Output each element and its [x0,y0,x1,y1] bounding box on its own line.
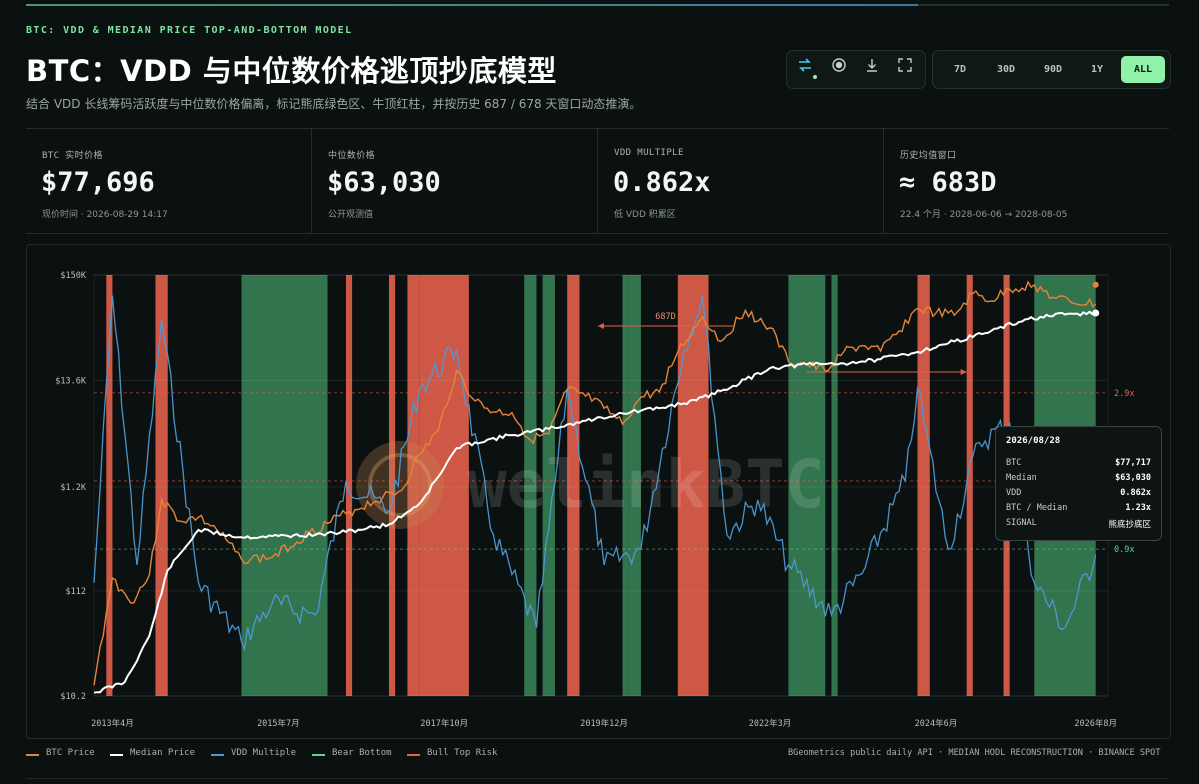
projection-arrowhead [960,369,967,375]
watermark-text: welinkBTC [467,446,825,523]
median-price-end-marker [1092,309,1100,317]
x-tick-label: 2024年6月 [915,718,958,729]
range-selector: 7D 30D 90D 1Y ALL [932,50,1171,89]
legend-swatch [312,754,325,756]
bottom-divider [26,778,1169,779]
range-90d-button[interactable]: 90D [1032,56,1074,83]
legend-label: BTC Price [46,748,95,758]
stat-median-price: 中位数价格 $63,030 公开观测值 [312,129,597,233]
legend-swatch [211,754,224,756]
tooltip-key: BTC [1006,458,1022,468]
y-tick-label: $112 [66,587,86,597]
y-tick-label: $10.2 [60,692,86,702]
y-tick-label: $1.2K [60,483,86,493]
bear-bottom-zone [831,275,838,696]
tooltip-key: SIGNAL [1006,518,1037,528]
stat-label: 中位数价格 [328,151,376,161]
eyebrow-label: BTC: VDD & MEDIAN PRICE TOP-AND-BOTTOM M… [26,25,353,36]
legend-label: Bull Top Risk [427,748,498,758]
tooltip-key: BTC / Median [1006,503,1068,513]
tooltip-date: 2026/08/28 [1006,436,1061,446]
legend-swatch [407,754,420,756]
stat-sub: 现价时间 · 2026-08-29 14:17 [42,210,168,220]
stat-sub: 低 VDD 积累区 [614,210,676,220]
x-tick-label: 2015年7月 [257,718,300,729]
legend-swatch [110,754,123,756]
stat-label: 历史均值窗口 [900,151,957,161]
fullscreen-icon[interactable] [892,57,918,81]
tooltip-value: $77,717 [1115,458,1151,468]
data-source-note: BGeometrics public daily API · MEDIAN HO… [788,748,1161,758]
stat-btc-price: BTC 实时价格 $77,696 现价时间 · 2026-08-29 14:17 [26,129,311,233]
range-7d-button[interactable]: 7D [940,56,980,83]
x-tick-label: 2017年10月 [420,718,468,729]
stat-value: ≈ 683D [899,167,997,198]
stat-value: $63,030 [327,167,441,198]
x-tick-label: 2013年4月 [91,718,134,729]
y-tick-label: $150K [60,271,86,281]
stat-value: $77,696 [41,167,155,198]
annotation-arrowhead [597,323,604,329]
swap-icon[interactable] [792,57,818,81]
stats-row: BTC 实时价格 $77,696 现价时间 · 2026-08-29 14:17… [26,128,1169,234]
tooltip-value: $63,030 [1115,473,1151,483]
chart-tool-group [786,50,926,89]
tooltip-value: 0.862x [1120,488,1151,498]
stat-sub: 22.4 个月 · 2028-06-06 → 2028-08-05 [900,210,1068,220]
annotation-label: 687D [655,312,675,322]
x-tick-label: 2022年3月 [749,718,792,729]
stat-value: 0.862x [613,167,711,198]
range-30d-button[interactable]: 30D [985,56,1027,83]
range-all-button[interactable]: ALL [1121,56,1165,83]
stat-label: VDD MULTIPLE [614,148,684,158]
x-tick-label: 2026年8月 [1074,718,1117,729]
btc-price-end-marker [1092,281,1099,288]
tooltip-value: 1.23x [1125,503,1151,513]
stat-label: BTC 实时价格 [42,151,103,161]
tooltip-key: VDD [1006,488,1022,498]
bull-top-zone [917,275,930,696]
legend-swatch [26,754,39,756]
legend-label: VDD Multiple [231,748,297,758]
download-icon[interactable] [859,57,885,81]
stat-history-window: 历史均值窗口 ≈ 683D 22.4 个月 · 2028-06-06 → 202… [884,129,1169,233]
stat-vdd-multiple: VDD MULTIPLE 0.862x 低 VDD 积累区 [598,129,883,233]
bear-bottom-zone [241,275,328,696]
record-icon[interactable] [826,57,852,81]
page-title: BTC：VDD 与中位数价格逃顶抄底模型 [26,54,557,88]
x-tick-label: 2019年12月 [580,718,628,729]
tooltip-key: Median [1006,473,1037,483]
y-tick-label: $13.6K [55,376,87,386]
range-1y-button[interactable]: 1Y [1078,56,1116,83]
vdd-reference-label: 0.9x [1114,545,1134,555]
chart-tooltip: 2026/08/28 BTC $77,717 Median $63,030 VDD 0… [995,426,1162,541]
vdd-reference-label: 2.9x [1114,389,1134,399]
legend-label: Median Price [130,748,196,758]
page-subtitle: 结合 VDD 长线筹码活跃度与中位数价格偏离，标记熊底绿色区、牛顶红柱，并按历史… [26,97,642,111]
stat-sub: 公开观测值 [328,210,374,220]
tooltip-value: 熊底抄底区 [1108,520,1151,530]
legend-label: Bear Bottom [332,748,392,758]
bull-top-zone [155,275,168,696]
top-accent-line [26,4,1169,6]
